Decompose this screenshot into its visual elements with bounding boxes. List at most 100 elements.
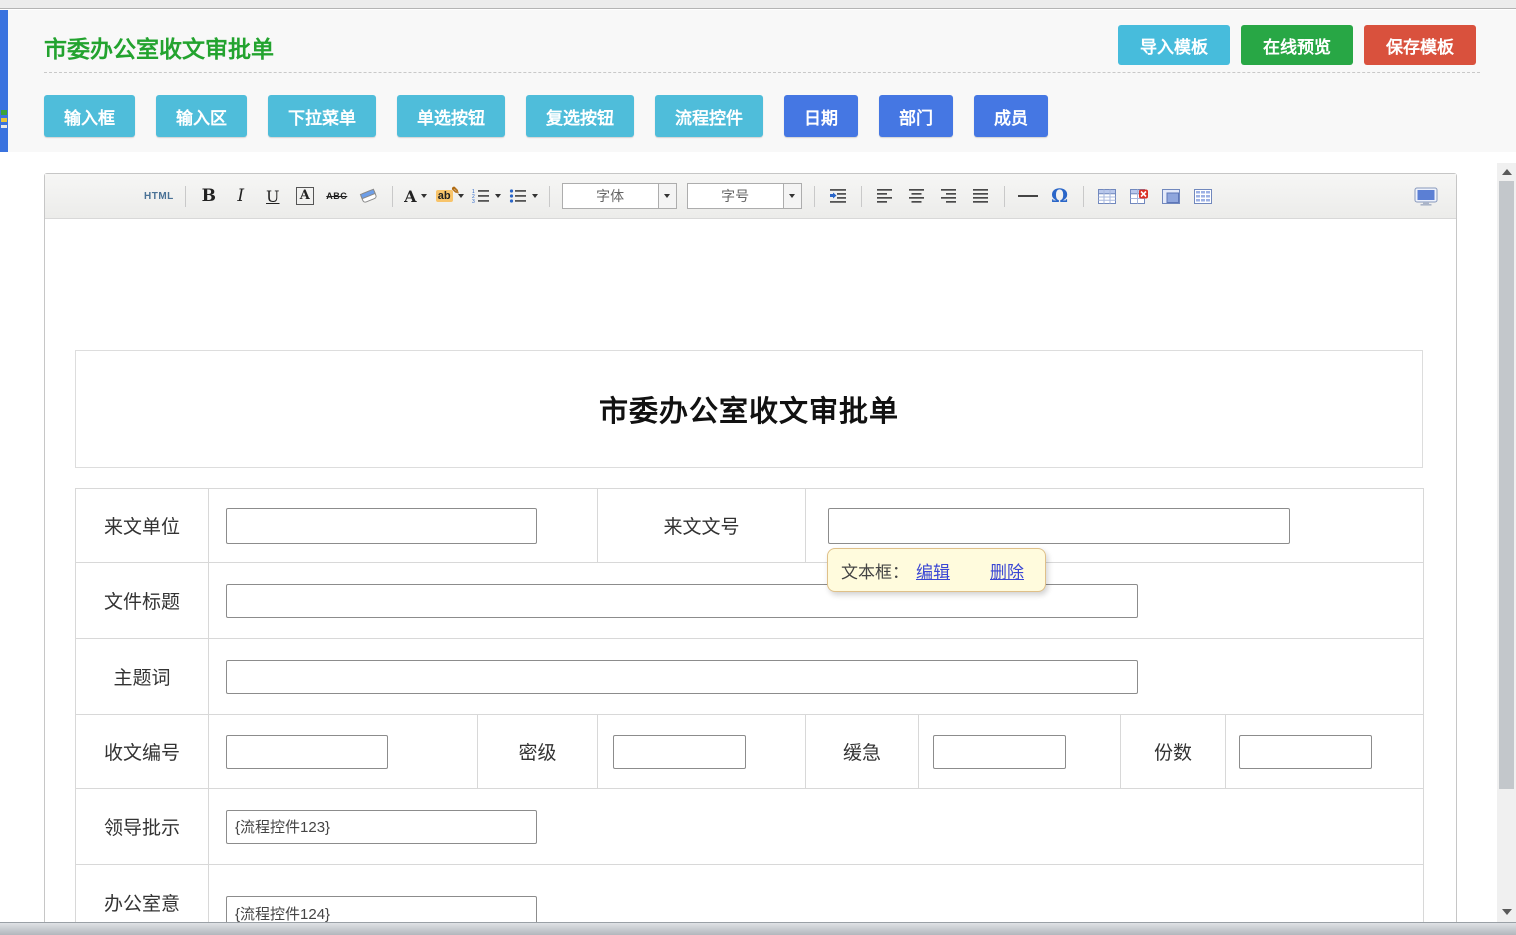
leader-comments-input[interactable] <box>226 810 537 844</box>
toolbar-separator <box>185 186 186 207</box>
table-properties-button[interactable] <box>1191 183 1215 209</box>
form-title-block[interactable]: 市委办公室收文审批单 <box>75 350 1423 468</box>
scrollbar-thumb[interactable] <box>1499 181 1514 789</box>
tooltip-field-type: 文本框： <box>841 558 909 583</box>
vertical-scrollbar[interactable] <box>1497 163 1516 922</box>
strikethrough-button[interactable]: ABC <box>325 183 349 209</box>
label-incoming-unit: 来文单位 <box>76 489 209 563</box>
align-justify-button[interactable] <box>969 183 993 209</box>
table-layout-button[interactable] <box>1159 183 1183 209</box>
toolbar-separator <box>549 186 550 207</box>
add-textarea-button[interactable]: 输入区 <box>156 95 247 137</box>
align-right-icon <box>940 188 957 204</box>
table-row: 来文单位 来文文号 <box>76 489 1424 563</box>
toolbar-separator <box>814 186 815 207</box>
background-speck <box>1 110 7 115</box>
remove-format-button[interactable] <box>357 183 381 209</box>
unordered-list-icon <box>509 188 527 204</box>
special-character-button[interactable]: Ω <box>1048 183 1072 209</box>
edit-field-link[interactable]: 编辑 <box>916 558 950 583</box>
receipt-number-input[interactable] <box>226 735 388 769</box>
font-size-value: 字号 <box>688 184 783 208</box>
table-row: 文件标题 <box>76 563 1424 639</box>
fullscreen-monitor-icon <box>1414 187 1438 206</box>
chevron-down-icon <box>664 194 670 198</box>
triangle-up-icon <box>1502 169 1512 175</box>
align-right-button[interactable] <box>937 183 961 209</box>
horizontal-rule-button[interactable] <box>1016 183 1040 209</box>
add-checkbox-button[interactable]: 复选按钮 <box>526 95 634 137</box>
align-center-button[interactable] <box>905 183 929 209</box>
toolbar-separator <box>861 186 862 207</box>
chevron-down-icon <box>789 194 795 198</box>
toolbar-separator <box>1004 186 1005 207</box>
font-size-select[interactable]: 字号 <box>687 183 802 209</box>
indent-button[interactable] <box>826 183 850 209</box>
subject-words-input[interactable] <box>226 660 1138 694</box>
delete-field-link[interactable]: 删除 <box>990 558 1024 583</box>
background-speck <box>1 118 7 122</box>
insert-table-button[interactable] <box>1095 183 1119 209</box>
label-incoming-doc-number: 来文文号 <box>598 489 806 563</box>
unordered-list-button[interactable] <box>509 183 538 209</box>
background-speck <box>1 125 7 128</box>
cell-subject-words <box>209 639 1424 715</box>
scrollbar-up-arrow[interactable] <box>1497 163 1516 180</box>
source-code-button[interactable]: HTML <box>144 183 174 209</box>
dotted-divider <box>44 72 1480 73</box>
align-center-icon <box>908 188 925 204</box>
horizontal-rule-icon <box>1018 195 1038 197</box>
add-dropdown-button[interactable]: 下拉菜单 <box>268 95 376 137</box>
bold-button[interactable]: B <box>197 183 221 209</box>
align-left-icon <box>876 188 893 204</box>
delete-table-button[interactable] <box>1127 183 1151 209</box>
fullscreen-button[interactable] <box>1414 183 1438 209</box>
table-row: 收文编号 密级 缓急 份数 <box>76 715 1424 789</box>
font-family-select[interactable]: 字体 <box>562 183 677 209</box>
insert-table-icon <box>1098 189 1116 204</box>
urgency-input[interactable] <box>933 735 1066 769</box>
add-department-button[interactable]: 部门 <box>879 95 953 137</box>
highlight-icon: ab <box>436 190 453 202</box>
cell-document-title <box>209 563 1424 639</box>
add-member-button[interactable]: 成员 <box>974 95 1048 137</box>
svg-text:3: 3 <box>472 199 475 204</box>
online-preview-button[interactable]: 在线预览 <box>1241 25 1353 65</box>
label-urgency: 缓急 <box>806 715 919 789</box>
window-top-strip <box>0 0 1516 9</box>
highlight-color-button[interactable]: ab <box>436 183 464 209</box>
table-properties-icon <box>1194 189 1212 204</box>
form-title: 市委办公室收文审批单 <box>599 388 899 430</box>
font-family-dropdown[interactable] <box>658 184 676 208</box>
header-panel: 市委办公室收文审批单 导入模板 在线预览 保存模板 输入框 输入区 下拉菜单 单… <box>8 10 1516 152</box>
editor-toolbar: HTML B I U A ABC A ab 1 2 <box>45 174 1456 219</box>
add-radio-button[interactable]: 单选按钮 <box>397 95 505 137</box>
ordered-list-button[interactable]: 1 2 3 <box>472 183 501 209</box>
italic-button[interactable]: I <box>229 183 253 209</box>
secrecy-level-input[interactable] <box>613 735 746 769</box>
scrollbar-down-arrow[interactable] <box>1497 903 1516 920</box>
cell-receipt-number <box>209 715 478 789</box>
cell-incoming-unit <box>209 489 598 563</box>
label-subject-words: 主题词 <box>76 639 209 715</box>
toolbar-separator <box>392 186 393 207</box>
font-style-button[interactable]: A <box>293 183 317 209</box>
field-action-tooltip: 文本框： 编辑 删除 <box>827 548 1046 592</box>
table-layout-icon <box>1162 189 1180 204</box>
import-template-button[interactable]: 导入模板 <box>1118 25 1230 65</box>
underline-button[interactable]: U <box>261 183 285 209</box>
incoming-unit-input[interactable] <box>226 508 537 544</box>
add-date-button[interactable]: 日期 <box>784 95 858 137</box>
chevron-down-icon <box>532 194 538 198</box>
add-input-box-button[interactable]: 输入框 <box>44 95 135 137</box>
save-template-button[interactable]: 保存模板 <box>1364 25 1476 65</box>
font-color-button[interactable]: A <box>404 183 428 209</box>
incoming-doc-number-input[interactable] <box>828 508 1290 544</box>
copies-input[interactable] <box>1239 735 1372 769</box>
align-justify-icon <box>972 188 989 204</box>
cell-copies <box>1226 715 1424 789</box>
font-size-dropdown[interactable] <box>783 184 801 208</box>
align-left-button[interactable] <box>873 183 897 209</box>
add-flow-control-button[interactable]: 流程控件 <box>655 95 763 137</box>
window-bottom-bar <box>0 922 1516 935</box>
